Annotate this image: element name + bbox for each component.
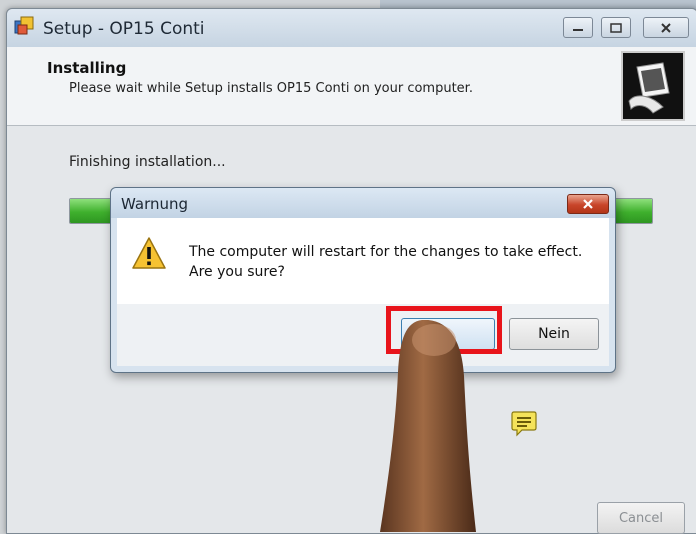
header-panel: Installing Please wait while Setup insta… — [7, 47, 696, 126]
page-subtitle: Please wait while Setup installs OP15 Co… — [69, 81, 473, 96]
close-icon — [661, 22, 671, 33]
minimize-button[interactable] — [563, 17, 593, 38]
maximize-button[interactable] — [601, 17, 631, 38]
dialog-title: Warnung — [121, 195, 189, 213]
no-button[interactable]: Nein — [509, 318, 599, 350]
installer-icon — [13, 15, 35, 37]
pointing-finger — [380, 320, 476, 532]
dialog-body: The computer will restart for the change… — [117, 218, 609, 304]
dialog-close-button[interactable] — [567, 194, 609, 214]
setup-titlebar: Setup - OP15 Conti — [7, 9, 696, 47]
dialog-question: Are you sure? — [189, 264, 285, 280]
window-title: Setup - OP15 Conti — [43, 19, 205, 39]
dialog-titlebar: Warnung — [111, 188, 615, 218]
cancel-button[interactable]: Cancel — [597, 502, 685, 534]
computer-logo-icon — [621, 51, 685, 121]
status-text: Finishing installation... — [69, 154, 226, 170]
note-icon — [511, 411, 537, 437]
dialog-message: The computer will restart for the change… — [189, 244, 583, 260]
window-close-button[interactable] — [643, 17, 689, 38]
close-icon — [583, 199, 593, 209]
page-title: Installing — [47, 59, 127, 77]
warning-triangle-icon — [131, 236, 167, 270]
